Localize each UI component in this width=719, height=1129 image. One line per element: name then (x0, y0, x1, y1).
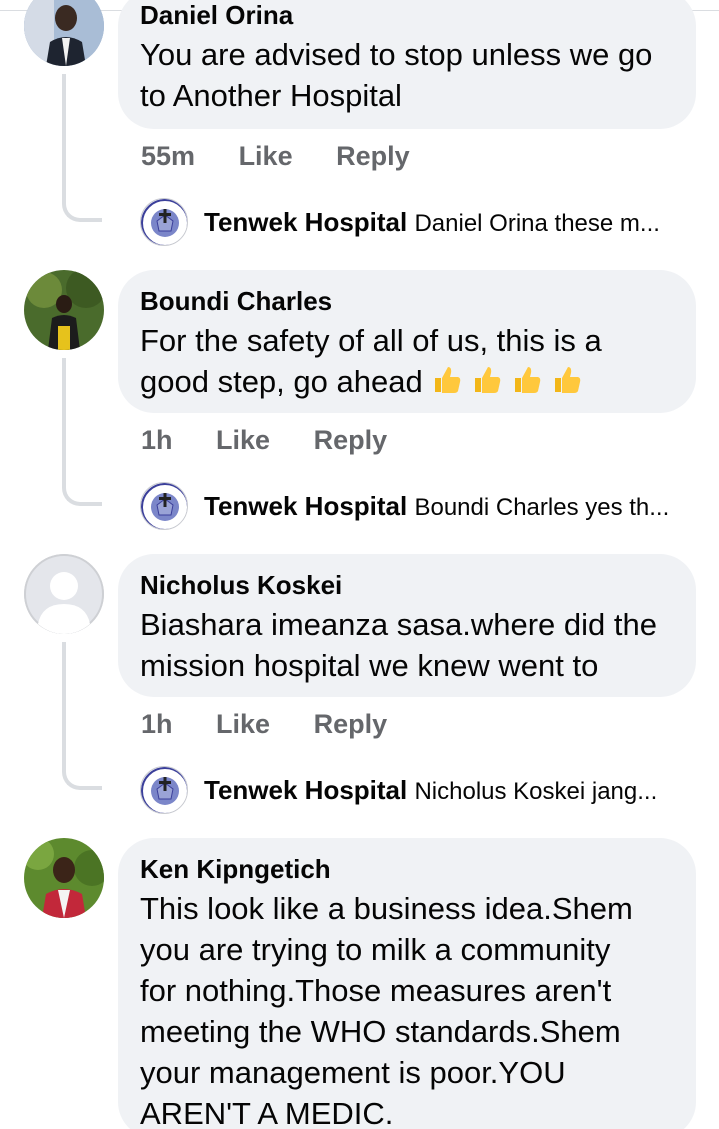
reply-text: Nicholus Koskei jang... (414, 778, 658, 805)
default-avatar-icon[interactable] (24, 554, 104, 634)
like-button[interactable]: Like (239, 139, 293, 173)
reply-text: Daniel Orina these m... (414, 210, 660, 237)
thread-line (62, 74, 102, 222)
thumbs-up-icon (555, 367, 581, 393)
comment-text: You are advised to stop unless we go to … (140, 37, 653, 113)
comment-time[interactable]: 1h (141, 707, 173, 741)
thumbs-up-icon (515, 367, 541, 393)
comment-bubble: Boundi Charles For the safety of all of … (118, 270, 696, 413)
comment-bubble: Nicholus Koskei Biashara imeanza sasa.wh… (118, 554, 696, 697)
comment-author[interactable]: Ken Kipngetich (140, 854, 674, 884)
reply-author[interactable]: Tenwek Hospital (204, 207, 407, 237)
comment-actions: 1h Like Reply (141, 423, 423, 457)
tenwek-logo-icon (140, 766, 188, 814)
comment-time[interactable]: 1h (141, 423, 173, 457)
comment-author[interactable]: Boundi Charles (140, 286, 674, 316)
comment-author[interactable]: Nicholus Koskei (140, 570, 674, 600)
reply-author[interactable]: Tenwek Hospital (204, 775, 407, 805)
reply-button[interactable]: Reply (336, 139, 410, 173)
thread-line (62, 642, 102, 790)
tenwek-logo-icon (140, 482, 188, 530)
comment-bubble: Ken Kipngetich This look like a business… (118, 838, 696, 1129)
reply-preview[interactable]: Tenwek Hospital Boundi Charles yes th... (140, 482, 700, 530)
tenwek-logo-icon (140, 198, 188, 246)
comment-author[interactable]: Daniel Orina (140, 0, 674, 30)
reply-text: Boundi Charles yes th... (414, 494, 670, 521)
reply-preview[interactable]: Tenwek Hospital Daniel Orina these m... (140, 198, 700, 246)
comment-actions: 1h Like Reply (141, 707, 423, 741)
comment-bubble: Daniel Orina You are advised to stop unl… (118, 0, 696, 129)
avatar[interactable] (24, 270, 104, 350)
like-button[interactable]: Like (216, 707, 270, 741)
reply-author[interactable]: Tenwek Hospital (204, 491, 407, 521)
thumbs-up-icon (475, 367, 501, 393)
avatar[interactable] (24, 838, 104, 918)
like-button[interactable]: Like (216, 423, 270, 457)
avatar[interactable] (24, 0, 104, 66)
reply-preview[interactable]: Tenwek Hospital Nicholus Koskei jang... (140, 766, 700, 814)
reply-button[interactable]: Reply (314, 423, 388, 457)
emoji-group (431, 364, 591, 399)
thumbs-up-icon (435, 367, 461, 393)
comment-actions: 55m Like Reply (141, 139, 446, 173)
reply-button[interactable]: Reply (314, 707, 388, 741)
comment-time[interactable]: 55m (141, 139, 195, 173)
thread-line (62, 358, 102, 506)
comment-text: Biashara imeanza sasa.where did the miss… (140, 607, 657, 683)
comment-text: This look like a business idea.Shem you … (140, 891, 633, 1129)
